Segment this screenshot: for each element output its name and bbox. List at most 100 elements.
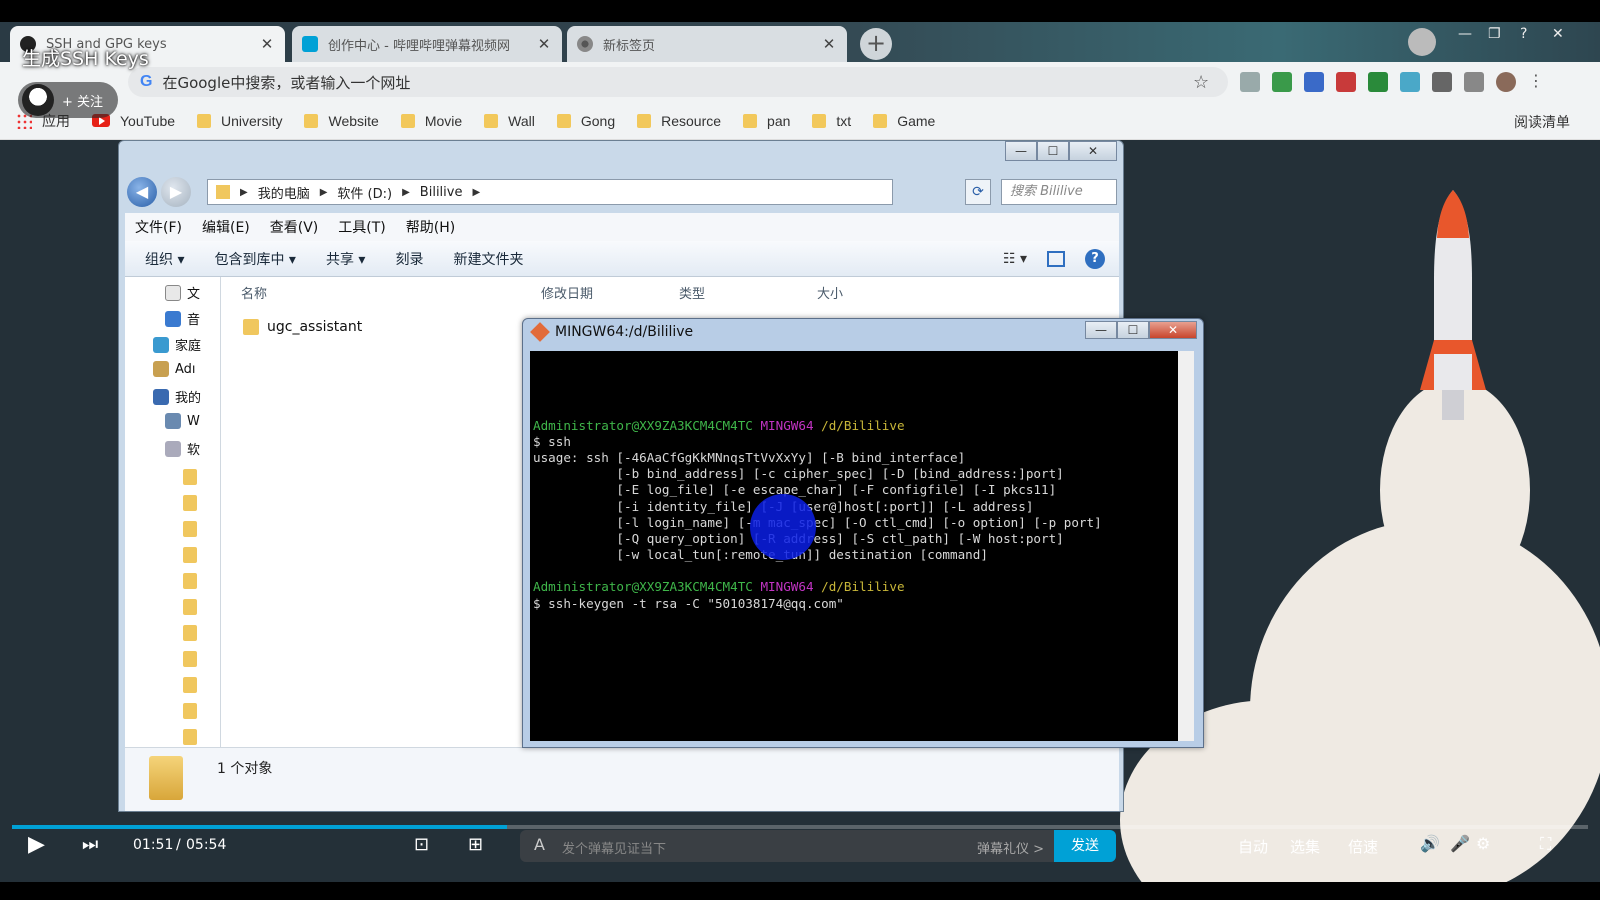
microphone-icon[interactable]: 🎤 <box>1450 834 1470 853</box>
burn-button[interactable]: 刻录 <box>395 249 423 269</box>
organize-button[interactable]: 组织 ▾ <box>145 249 184 269</box>
bookmark-wall[interactable]: Wall <box>484 113 535 129</box>
extension-icon[interactable] <box>1272 72 1292 92</box>
column-name[interactable]: 名称 <box>241 283 267 302</box>
nav-item[interactable]: Adı <box>153 361 196 377</box>
folder-icon[interactable] <box>183 573 197 589</box>
text-style-icon[interactable]: A <box>534 835 545 854</box>
help-icon[interactable]: ? <box>1085 249 1105 269</box>
avatar[interactable] <box>1496 72 1516 92</box>
bookmark-pan[interactable]: pan <box>743 113 790 129</box>
breadcrumb-item[interactable]: 我的电脑 <box>258 183 310 202</box>
menu-view[interactable]: 查看(V) <box>270 217 319 237</box>
breadcrumb[interactable]: ▶ 我的电脑 ▶ 软件 (D:) ▶ Bililive ▶ <box>207 179 893 205</box>
extension-icon[interactable] <box>1336 72 1356 92</box>
terminal-window[interactable]: MINGW64:/d/Bililive — ☐ ✕ Administrator@… <box>522 318 1204 748</box>
list-item[interactable]: ugc_assistant <box>243 319 362 335</box>
address-bar[interactable]: G 在Google中搜索，或者输入一个网址 <box>128 67 1228 97</box>
folder-icon[interactable] <box>183 547 197 563</box>
more-menu-icon[interactable]: ⋮ <box>1528 72 1548 92</box>
view-options-icon[interactable]: ☷ ▾ <box>1003 251 1027 267</box>
extension-icon[interactable] <box>1400 72 1420 92</box>
refresh-icon[interactable]: ⟳ <box>965 179 991 205</box>
folder-icon[interactable] <box>183 703 197 719</box>
video-frame[interactable]: 生成SSH Keys SSH and GPG keys ✕ 创作中心 - 哔哩哔… <box>0 22 1600 882</box>
bookmark-resource[interactable]: Resource <box>637 113 721 129</box>
close-icon[interactable]: ✕ <box>1552 26 1564 42</box>
scrollbar[interactable] <box>1178 351 1194 741</box>
bookmark-website[interactable]: Website <box>304 113 379 129</box>
avatar[interactable] <box>22 84 54 116</box>
menu-file[interactable]: 文件(F) <box>135 217 182 237</box>
close-icon[interactable]: ✕ <box>259 35 275 53</box>
fullscreen-icon[interactable]: ⛶ <box>1540 834 1551 854</box>
folder-icon[interactable] <box>183 651 197 667</box>
breadcrumb-item[interactable]: Bililive <box>420 185 463 200</box>
restore-icon[interactable]: ❐ <box>1488 26 1501 42</box>
tab-new-tab[interactable]: 新标签页 ✕ <box>567 26 847 62</box>
include-in-library-button[interactable]: 包含到库中 ▾ <box>214 249 295 269</box>
minimize-button[interactable]: — <box>1085 321 1117 339</box>
nav-item[interactable]: 我的 <box>153 387 201 406</box>
menu-tools[interactable]: 工具(T) <box>338 217 385 237</box>
folder-icon[interactable] <box>183 729 197 745</box>
extension-icon[interactable] <box>1432 72 1452 92</box>
profile-icon[interactable] <box>1408 28 1436 56</box>
maximize-button[interactable]: ☐ <box>1117 321 1149 339</box>
folder-icon[interactable] <box>183 677 197 693</box>
maximize-button[interactable]: ☐ <box>1037 141 1069 161</box>
nav-item[interactable]: 音 <box>165 309 200 328</box>
forward-button[interactable]: ▶ <box>161 177 191 207</box>
nav-item[interactable]: 软 <box>165 439 200 458</box>
menu-edit[interactable]: 编辑(E) <box>202 217 250 237</box>
danmaku-etiquette-link[interactable]: 弹幕礼仪 > <box>977 838 1044 857</box>
nav-item[interactable]: 文 <box>165 283 200 302</box>
send-button[interactable]: 发送 <box>1054 830 1116 862</box>
bookmark-university[interactable]: University <box>197 113 282 129</box>
back-button[interactable]: ◀ <box>127 177 157 207</box>
folder-icon[interactable] <box>183 495 197 511</box>
column-modified[interactable]: 修改日期 <box>541 283 593 302</box>
danmaku-settings-icon[interactable]: ⊞ <box>468 834 483 855</box>
extension-icon[interactable] <box>1240 72 1260 92</box>
folder-icon[interactable] <box>183 599 197 615</box>
tab-bilibili-creator[interactable]: 创作中心 - 哔哩哔哩弹幕视频网 ✕ <box>292 26 562 62</box>
folder-icon[interactable] <box>183 469 197 485</box>
nav-item[interactable]: W <box>165 413 200 429</box>
close-button[interactable]: ✕ <box>1069 141 1117 161</box>
folder-icon[interactable] <box>183 521 197 537</box>
nav-item[interactable]: 家庭 <box>153 335 201 354</box>
uploader-badge[interactable]: + 关注 <box>18 82 118 118</box>
bookmark-txt[interactable]: txt <box>812 113 851 129</box>
column-type[interactable]: 类型 <box>679 283 705 302</box>
terminal-output[interactable]: Administrator@XX9ZA3KCM4CM4TC MINGW64 /d… <box>530 351 1194 741</box>
quality-button[interactable]: 自动 <box>1238 836 1268 857</box>
new-folder-button[interactable]: 新建文件夹 <box>453 249 523 269</box>
bookmark-star-icon[interactable]: ☆ <box>1193 72 1209 93</box>
danmaku-input[interactable]: A 发个弹幕见证当下 弹幕礼仪 > <box>520 830 1054 862</box>
volume-icon[interactable]: 🔊 <box>1420 834 1440 853</box>
search-input[interactable]: 搜索 Bililive <box>1001 179 1117 205</box>
folder-icon[interactable] <box>183 625 197 641</box>
bookmark-gong[interactable]: Gong <box>556 113 615 129</box>
minimize-icon[interactable]: — <box>1458 26 1472 42</box>
close-button[interactable]: ✕ <box>1149 321 1197 339</box>
episodes-button[interactable]: 选集 <box>1290 836 1320 857</box>
preview-pane-icon[interactable] <box>1047 251 1065 267</box>
column-size[interactable]: 大小 <box>817 283 843 302</box>
share-button[interactable]: 共享 ▾ <box>326 249 365 269</box>
close-icon[interactable]: ✕ <box>821 35 837 53</box>
close-icon[interactable]: ✕ <box>536 35 552 53</box>
extension-icon[interactable] <box>1464 72 1484 92</box>
bookmark-movie[interactable]: Movie <box>400 113 462 129</box>
new-tab-button[interactable]: + <box>860 28 892 60</box>
minimize-button[interactable]: — <box>1005 141 1037 161</box>
follow-button[interactable]: + 关注 <box>62 91 103 110</box>
reading-list-button[interactable]: 阅读清单 <box>1514 112 1570 132</box>
extension-icon[interactable] <box>1368 72 1388 92</box>
breadcrumb-item[interactable]: 软件 (D:) <box>337 183 392 202</box>
extension-icon[interactable] <box>1304 72 1324 92</box>
bookmark-game[interactable]: Game <box>873 113 935 129</box>
next-icon[interactable]: ⏭ <box>82 834 98 855</box>
speed-button[interactable]: 倍速 <box>1348 836 1378 857</box>
